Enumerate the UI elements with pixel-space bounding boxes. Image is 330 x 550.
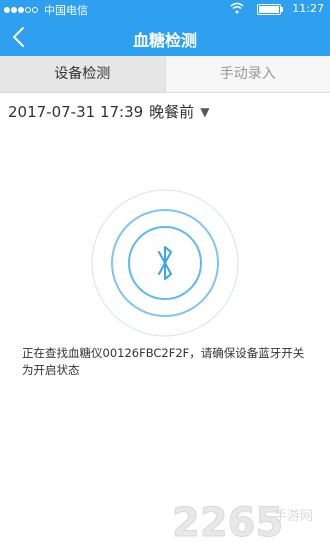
meal-period: 晚餐前 [149, 103, 195, 121]
bluetooth-search-animation [90, 188, 240, 338]
battery-icon [257, 4, 283, 15]
svg-text:手游网: 手游网 [274, 509, 313, 524]
navigation-bar: 血糖检测 [0, 18, 330, 56]
carrier-name: 中国电信 [44, 4, 88, 17]
signal-strength-icon [4, 7, 38, 13]
tab-bar: 设备检测 手动录入 [0, 56, 330, 93]
clock: 11:27 [292, 2, 324, 15]
status-bar: 中国电信 11:27 [0, 0, 330, 18]
tab-device-detection[interactable]: 设备检测 [0, 56, 165, 92]
signal-and-carrier: 中国电信 [4, 2, 88, 18]
search-status-message: 正在查找血糖仪00126FBC2F2F，请确保设备蓝牙开关为开启状态 [22, 346, 305, 377]
tab-manual-entry[interactable]: 手动录入 [164, 56, 330, 92]
wifi-icon [230, 2, 244, 17]
page-title: 血糖检测 [132, 31, 197, 50]
watermark-logo: 2265 手游网 [172, 498, 322, 547]
triangle-down-icon: ▼ [200, 104, 210, 119]
svg-text:2265: 2265 [172, 500, 283, 542]
measurement-time-selector[interactable]: 2017-07-31 17:39 晚餐前 ▼ [8, 101, 209, 122]
measurement-datetime: 2017-07-31 17:39 [8, 102, 144, 121]
